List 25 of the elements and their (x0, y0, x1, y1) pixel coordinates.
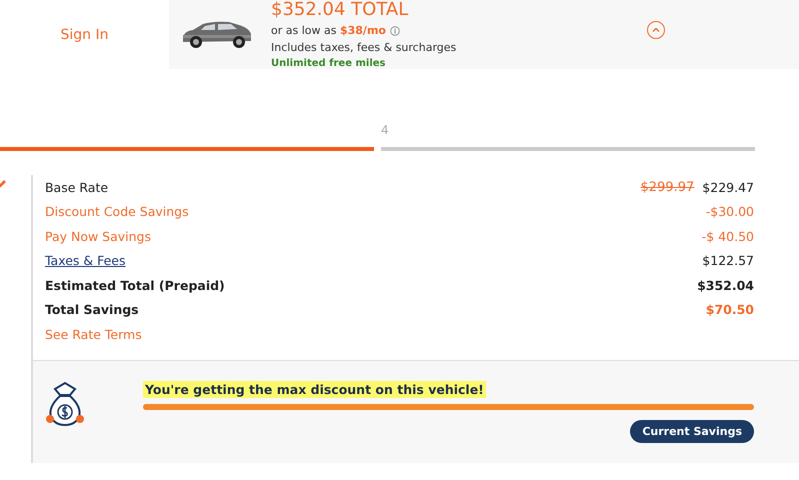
sign-in-link[interactable]: Sign In (60, 26, 108, 42)
rate-label: Base Rate (44, 180, 108, 195)
rate-value: -$30.00 (706, 204, 754, 220)
old-price: $299.97 (640, 180, 694, 195)
taxes-link[interactable]: Taxes & Fees (44, 253, 126, 268)
current-savings-badge: Current Savings (630, 420, 754, 442)
monthly-price: or as low as $38/mo (271, 23, 386, 39)
info-icon[interactable] (390, 26, 400, 36)
rate-label: Discount Code Savings (44, 204, 189, 220)
pencil-icon[interactable] (0, 178, 7, 190)
rate-value: $352.04 (697, 278, 754, 293)
unlimited-miles: Unlimited free miles (271, 57, 386, 71)
rate-label: Total Savings (44, 302, 139, 318)
rate-label: Estimated Total (Prepaid) (44, 278, 225, 293)
includes-note: Includes taxes, fees & surcharges (271, 40, 456, 56)
collapse-button[interactable] (647, 21, 665, 39)
rate-value: $229.47 (702, 180, 754, 195)
rate-value: $70.50 (706, 302, 754, 318)
rate-value: -$ 40.50 (702, 228, 754, 244)
max-discount-message: You're getting the max discount on this vehicle! (142, 380, 486, 398)
progress-step: 4 (381, 123, 755, 151)
rate-label: Pay Now Savings (44, 228, 152, 244)
total-price: $352.04 TOTAL (271, 0, 410, 22)
rate-terms-link[interactable]: See Rate Terms (44, 326, 142, 342)
rate-value: $122.57 (702, 253, 754, 268)
